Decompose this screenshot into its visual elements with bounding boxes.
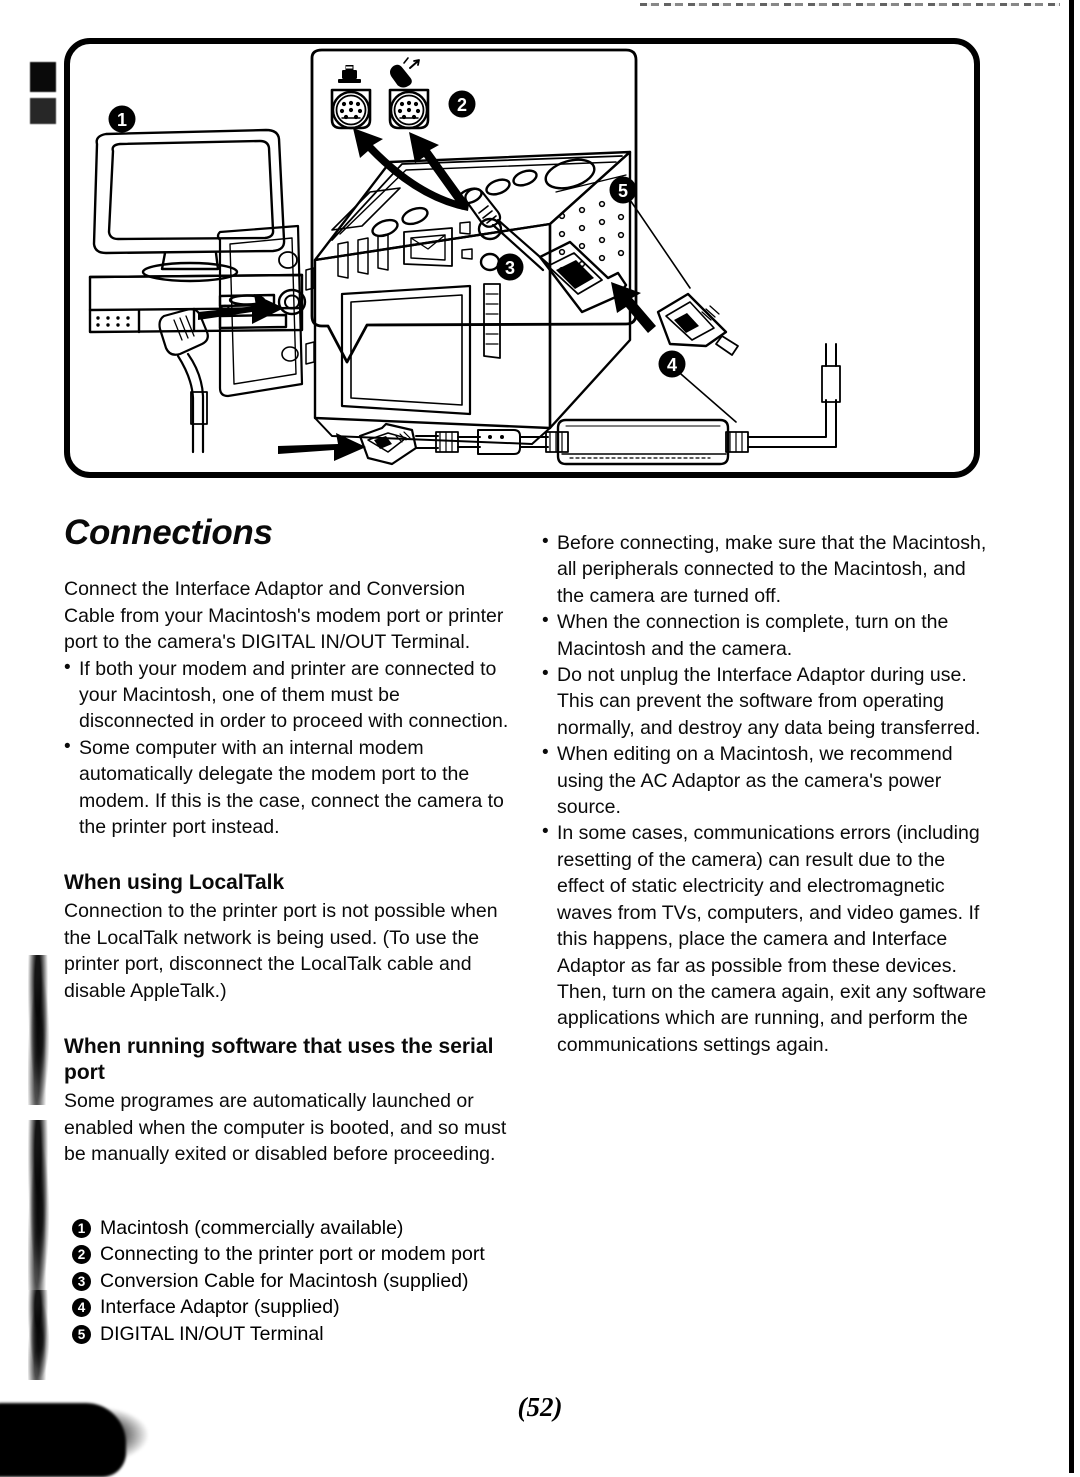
serial-port-heading: When running software that uses the seri…: [64, 1035, 494, 1085]
scan-artifact-right-edge: [1069, 0, 1074, 1473]
modem-port-icon: [390, 57, 420, 88]
legend-item-3: 3 Conversion Cable for Macintosh (suppli…: [72, 1268, 542, 1294]
list-item: In some cases, communications errors (in…: [542, 819, 990, 1058]
legend-badge-4: 4: [72, 1298, 91, 1318]
scan-artifact-top-streak: [640, 3, 1060, 6]
right-text-column: Before connecting, make sure that the Ma…: [542, 529, 990, 1058]
legend-label-4: Interface Adaptor (supplied): [100, 1296, 340, 1319]
diagram-legend: 1 Macintosh (commercially available) 2 C…: [72, 1215, 542, 1347]
modem-port-connector: [388, 88, 430, 130]
svg-text:2: 2: [457, 95, 467, 115]
legend-label-3: Conversion Cable for Macintosh (supplied…: [100, 1269, 469, 1292]
digital-camera-illustration: [313, 150, 632, 445]
connection-diagram-panel: 1 2 3 4 5: [64, 38, 980, 478]
serial-port-body: Some programes are automatically launche…: [64, 1090, 507, 1165]
legend-badge-5: 5: [72, 1324, 91, 1344]
legend-badge-3: 3: [72, 1271, 91, 1291]
svg-text:5: 5: [618, 181, 628, 201]
page-number: (52): [517, 1392, 563, 1422]
legend-label-1: Macintosh (commercially available): [100, 1217, 404, 1239]
list-item: If both your modem and printer are conne…: [64, 655, 516, 735]
scan-artifact-blot-lower: [30, 98, 56, 124]
printer-port-connector: [330, 88, 372, 130]
callout-badge-5: 5: [609, 176, 637, 204]
legend-item-2: 2 Connecting to the printer port or mode…: [72, 1241, 542, 1267]
scan-artifact-left-speckle-upper: [28, 955, 50, 1105]
callout-badge-4: 4: [658, 350, 686, 378]
legend-item-5: 5 DIGITAL IN/OUT Terminal: [72, 1321, 542, 1347]
localtalk-body: Connection to the printer port is not po…: [64, 900, 498, 1002]
scan-artifact-blot-upper: [30, 62, 56, 92]
list-item: Before connecting, make sure that the Ma…: [542, 529, 990, 609]
svg-text:1: 1: [117, 110, 127, 130]
conversion-cable-male-plug: [656, 292, 739, 356]
page-title: Connections: [64, 513, 273, 552]
list-item: Do not unplug the Interface Adaptor duri…: [542, 661, 990, 741]
callout-bubble: [310, 48, 638, 364]
connections-intro-bullet-list: If both your modem and printer are conne…: [64, 655, 516, 841]
scan-artifact-left-speckle-mid: [28, 1120, 50, 1290]
scan-artifact-left-speckle-lower: [28, 1290, 50, 1380]
connection-diagram: 1 2 3 4 5: [88, 48, 841, 466]
interface-adaptor-assembly: [278, 343, 841, 466]
list-item: Some computer with an internal modem aut…: [64, 734, 516, 841]
localtalk-heading: When using LocalTalk: [64, 871, 285, 895]
precautions-bullet-list: Before connecting, make sure that the Ma…: [542, 529, 990, 1058]
connections-intro-paragraph: Connect the Interface Adaptor and Conver…: [64, 578, 504, 654]
legend-label-5: DIGITAL IN/OUT Terminal: [100, 1322, 324, 1345]
callout-badge-1: 1: [108, 105, 136, 133]
left-text-column: Connections Connect the Interface Adapto…: [64, 513, 516, 1167]
callout-badges: 1 2 3 4 5: [108, 90, 686, 378]
callout-badge-3: 3: [496, 253, 524, 281]
svg-text:3: 3: [505, 258, 515, 278]
svg-text:4: 4: [667, 355, 677, 375]
callout-badge-2: 2: [448, 90, 476, 118]
legend-item-1: 1 Macintosh (commercially available): [72, 1215, 542, 1241]
legend-item-4: 4 Interface Adaptor (supplied): [72, 1294, 542, 1320]
legend-label-2: Connecting to the printer port or modem …: [100, 1243, 485, 1266]
list-item: When the connection is complete, turn on…: [542, 608, 990, 662]
list-item: When editing on a Macintosh, we recommen…: [542, 740, 990, 820]
printer-port-icon: [338, 65, 361, 83]
legend-badge-2: 2: [72, 1245, 91, 1265]
legend-badge-1: 1: [72, 1219, 91, 1238]
